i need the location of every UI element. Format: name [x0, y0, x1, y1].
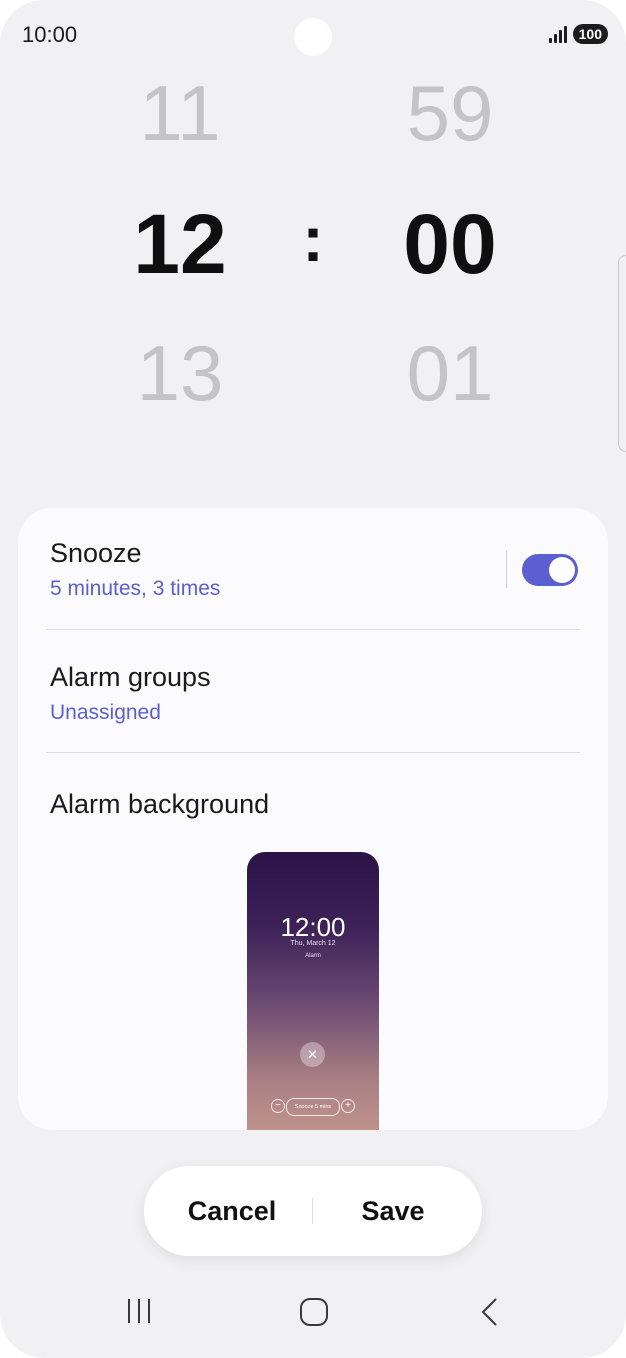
status-indicators: 100 — [548, 24, 608, 44]
snooze-setting[interactable]: Snooze 5 minutes, 3 times — [50, 538, 580, 601]
hour-next[interactable]: 13 — [80, 328, 280, 419]
minute-current[interactable]: 00 — [350, 196, 550, 293]
divider — [46, 629, 580, 630]
time-separator: : — [302, 203, 324, 275]
preview-minus-icon: − — [271, 1099, 285, 1113]
hour-current[interactable]: 12 — [80, 196, 280, 293]
snooze-title: Snooze — [50, 538, 142, 568]
minute-next[interactable]: 01 — [350, 328, 550, 419]
home-icon[interactable] — [298, 1296, 330, 1333]
preview-plus-icon: + — [341, 1099, 355, 1113]
cancel-button[interactable]: Cancel — [152, 1166, 312, 1256]
snooze-subtitle: 5 minutes, 3 times — [50, 577, 221, 600]
alarm-settings-card: Snooze 5 minutes, 3 times Alarm groups U… — [18, 508, 608, 1130]
front-camera — [294, 18, 332, 56]
alarm-background-title: Alarm background — [50, 789, 270, 819]
preview-alarm-label: Alarm — [305, 953, 321, 959]
divider — [46, 752, 580, 753]
alarm-groups-setting[interactable]: Alarm groups Unassigned — [50, 662, 580, 725]
back-icon[interactable] — [476, 1296, 504, 1333]
alarm-edit-screen: 10:00 100 11 12 13 : 59 00 01 Snooze 5 m… — [0, 0, 626, 1358]
preview-date: Thu, March 12 — [290, 940, 336, 947]
status-time: 10:00 — [22, 22, 78, 47]
toggle-divider — [506, 550, 507, 588]
snooze-toggle[interactable] — [522, 554, 578, 586]
alarm-background-setting[interactable]: Alarm background — [50, 789, 580, 820]
alarm-groups-title: Alarm groups — [50, 662, 211, 692]
battery-icon: 100 — [572, 24, 608, 44]
action-bar: Cancel Save — [144, 1166, 482, 1256]
alarm-groups-subtitle: Unassigned — [50, 701, 161, 724]
edge-panel-handle[interactable] — [618, 255, 626, 452]
minute-prev[interactable]: 59 — [350, 68, 550, 159]
signal-icon — [548, 25, 567, 43]
preview-snooze-button: Snooze 5 mins — [286, 1098, 340, 1116]
toggle-knob — [549, 557, 575, 583]
recents-icon[interactable] — [124, 1296, 154, 1331]
hour-prev[interactable]: 11 — [80, 68, 280, 159]
preview-dismiss-icon: ✕ — [300, 1042, 325, 1067]
alarm-background-preview[interactable]: 12:00 Thu, March 12 Alarm ✕ − Snooze 5 m… — [247, 852, 379, 1130]
preview-time: 12:00 — [280, 912, 346, 942]
save-button[interactable]: Save — [313, 1166, 473, 1256]
